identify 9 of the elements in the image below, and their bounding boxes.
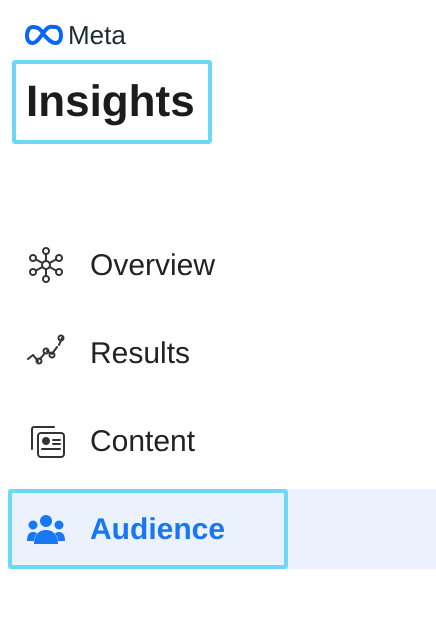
page-title: Insights	[12, 60, 212, 144]
network-icon	[26, 245, 66, 285]
infinity-logo-icon	[24, 24, 64, 46]
people-icon	[26, 512, 66, 546]
nav-item[interactable]: Audience	[8, 489, 436, 569]
brand-name: Meta	[68, 22, 126, 48]
nav-item[interactable]: Results	[8, 313, 436, 393]
nav-item[interactable]: Overview	[8, 225, 436, 305]
nav-item[interactable]: Content	[8, 401, 436, 481]
